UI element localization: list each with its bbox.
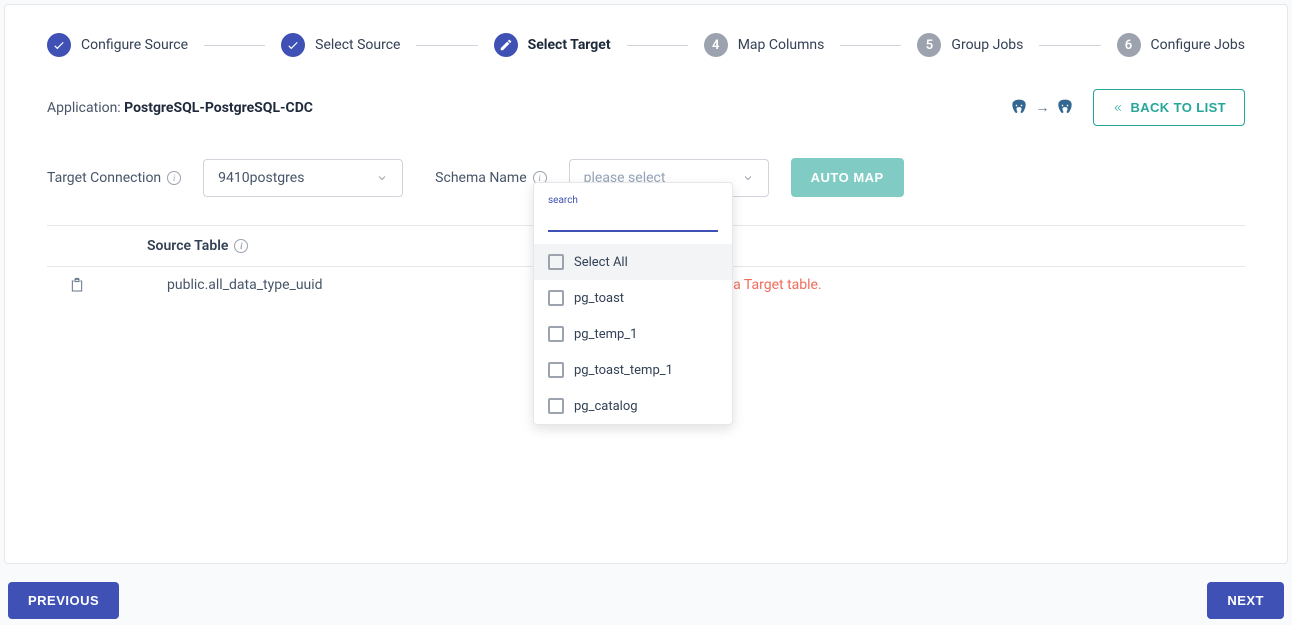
step-label: Configure Jobs <box>1151 37 1245 53</box>
check-icon <box>47 33 71 57</box>
step-connector <box>840 45 901 46</box>
step-number: 6 <box>1117 33 1141 57</box>
info-row: Application: PostgreSQL-PostgreSQL-CDC →… <box>47 89 1245 126</box>
option-label: Select All <box>574 255 628 270</box>
step-select-target[interactable]: Select Target <box>494 33 611 57</box>
chevron-double-left-icon <box>1112 102 1124 114</box>
step-map-columns[interactable]: 4 Map Columns <box>704 33 825 57</box>
dropdown-select-all[interactable]: Select All <box>534 244 732 280</box>
step-number: 4 <box>704 33 728 57</box>
stepper: Configure Source Select Source Select Ta… <box>47 33 1245 57</box>
dropdown-option[interactable]: pg_temp_1 <box>534 316 732 352</box>
application-prefix: Application: <box>47 100 124 116</box>
row-icon-cell <box>47 277 107 293</box>
button-label: PREVIOUS <box>28 593 99 608</box>
th-source-table: Source Table i <box>107 238 537 254</box>
next-button[interactable]: NEXT <box>1207 582 1284 619</box>
check-icon <box>281 33 305 57</box>
auto-map-button[interactable]: AUTO MAP <box>791 158 904 197</box>
checkbox[interactable] <box>548 290 564 306</box>
option-label: pg_toast <box>574 291 624 306</box>
dropdown-option[interactable]: pg_catalog <box>534 388 732 424</box>
chevron-down-icon <box>742 172 754 184</box>
checkbox[interactable] <box>548 254 564 270</box>
step-label: Map Columns <box>738 37 825 53</box>
step-label: Group Jobs <box>951 37 1023 53</box>
option-label: pg_toast_temp_1 <box>574 363 673 378</box>
edit-icon <box>494 33 518 57</box>
label-text: Schema Name <box>435 170 526 186</box>
step-label: Configure Source <box>81 37 188 53</box>
step-connector <box>627 45 688 46</box>
dropdown-option[interactable]: pg_toast <box>534 280 732 316</box>
option-label: pg_temp_1 <box>574 327 637 342</box>
postgres-source-icon <box>1009 98 1029 118</box>
info-icon[interactable]: i <box>234 239 248 253</box>
clipboard-icon[interactable] <box>69 277 85 293</box>
dropdown-list[interactable]: Select All pg_toast pg_temp_1 pg_toast_t… <box>534 244 732 424</box>
back-to-list-button[interactable]: BACK TO LIST <box>1093 89 1245 126</box>
checkbox[interactable] <box>548 362 564 378</box>
db-flow-icons: → <box>1009 98 1075 118</box>
info-icon[interactable]: i <box>167 171 181 185</box>
step-label: Select Source <box>315 37 400 53</box>
step-configure-source[interactable]: Configure Source <box>47 33 188 57</box>
step-connector <box>416 45 477 46</box>
wizard-card: Configure Source Select Source Select Ta… <box>4 4 1288 564</box>
label-text: Target Connection <box>47 170 161 186</box>
target-connection-label: Target Connection i <box>47 170 181 186</box>
schema-name-label: Schema Name i <box>435 170 546 186</box>
postgres-target-icon <box>1055 98 1075 118</box>
step-group-jobs[interactable]: 5 Group Jobs <box>917 33 1023 57</box>
dropdown-search-wrap: search <box>534 183 732 244</box>
option-label: pg_catalog <box>574 399 638 414</box>
footer-nav: PREVIOUS NEXT <box>4 582 1288 619</box>
schema-search-input[interactable] <box>548 208 718 232</box>
arrow-icon: → <box>1035 99 1049 116</box>
schema-dropdown-panel: search Select All pg_toast pg_temp_1 pg_… <box>533 182 733 425</box>
source-table-cell: public.all_data_type_uuid <box>107 277 537 293</box>
select-value: 9410postgres <box>218 170 304 186</box>
step-configure-jobs[interactable]: 6 Configure Jobs <box>1117 33 1245 57</box>
step-connector <box>204 45 265 46</box>
back-button-label: BACK TO LIST <box>1130 100 1226 115</box>
dropdown-option[interactable]: pg_toast_temp_1 <box>534 352 732 388</box>
info-right: → BACK TO LIST <box>1009 89 1245 126</box>
step-connector <box>1039 45 1100 46</box>
search-label: search <box>548 195 718 206</box>
checkbox[interactable] <box>548 398 564 414</box>
target-connection-select[interactable]: 9410postgres <box>203 159 403 197</box>
step-select-source[interactable]: Select Source <box>281 33 400 57</box>
application-name: PostgreSQL-PostgreSQL-CDC <box>124 100 313 116</box>
button-label: NEXT <box>1227 593 1264 608</box>
chevron-down-icon <box>376 172 388 184</box>
step-label: Select Target <box>528 37 611 53</box>
column-title: Source Table <box>147 238 228 254</box>
application-label: Application: PostgreSQL-PostgreSQL-CDC <box>47 100 313 116</box>
checkbox[interactable] <box>548 326 564 342</box>
button-label: AUTO MAP <box>811 170 884 185</box>
previous-button[interactable]: PREVIOUS <box>8 582 119 619</box>
step-number: 5 <box>917 33 941 57</box>
